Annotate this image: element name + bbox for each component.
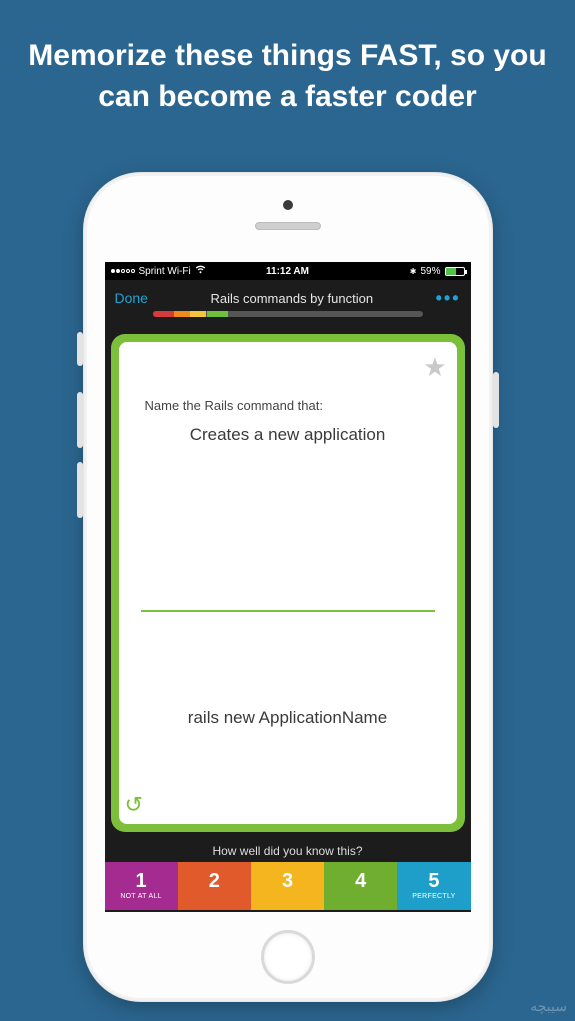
- rating-button-1[interactable]: 1 NOT AT ALL: [105, 862, 178, 910]
- card-back: rails new ApplicationName: [119, 612, 457, 824]
- flashcard[interactable]: ★ ↺ Name the Rails command that: Creates…: [119, 342, 457, 824]
- rating-button-5[interactable]: 5 PERFECTLY: [397, 862, 470, 910]
- card-answer: rails new ApplicationName: [188, 708, 387, 728]
- rating-num: 2: [209, 871, 220, 891]
- rating-num: 1: [136, 871, 147, 891]
- bluetooth-icon: ✱: [410, 267, 417, 276]
- progress-bar: [153, 311, 423, 317]
- star-icon[interactable]: ★: [423, 352, 446, 383]
- progress-seg-3: [190, 311, 206, 317]
- more-button[interactable]: •••: [436, 288, 461, 309]
- phone-speaker: [255, 222, 321, 230]
- clock: 11:12 AM: [229, 266, 347, 277]
- undo-icon[interactable]: ↺: [125, 792, 143, 818]
- phone-mute-switch: [77, 332, 83, 366]
- status-bar: Sprint Wi-Fi 11:12 AM ✱ 59%: [105, 262, 471, 280]
- rating-footer: How well did you know this? 1 NOT AT ALL…: [105, 838, 471, 912]
- wifi-icon: [195, 265, 206, 277]
- phone-volume-down: [77, 462, 83, 518]
- rating-button-3[interactable]: 3: [251, 862, 324, 910]
- nav-bar: Done Rails commands by function •••: [105, 280, 471, 328]
- rating-row: 1 NOT AT ALL 2 3 4: [105, 862, 471, 910]
- progress-seg-4: [207, 311, 229, 317]
- marketing-headline: Memorize these things FAST, so you can b…: [0, 0, 575, 117]
- phone-frame: Sprint Wi-Fi 11:12 AM ✱ 59% Done: [83, 172, 493, 1002]
- done-button[interactable]: Done: [115, 290, 148, 306]
- rating-button-4[interactable]: 4: [324, 862, 397, 910]
- card-question: Creates a new application: [145, 425, 431, 445]
- card-prompt: Name the Rails command that:: [145, 398, 431, 413]
- progress-seg-1: [153, 311, 175, 317]
- phone-power-button: [493, 372, 499, 428]
- watermark: سیبچه: [530, 996, 567, 1015]
- card-area: ★ ↺ Name the Rails command that: Creates…: [105, 328, 471, 838]
- signal-icon: [111, 269, 135, 273]
- deck-title: Rails commands by function: [148, 291, 436, 306]
- card-front: Name the Rails command that: Creates a n…: [119, 342, 457, 610]
- card-border: ★ ↺ Name the Rails command that: Creates…: [111, 334, 465, 832]
- phone-volume-up: [77, 392, 83, 448]
- rating-num: 3: [282, 871, 293, 891]
- battery-fill: [446, 268, 457, 275]
- screen: Sprint Wi-Fi 11:12 AM ✱ 59% Done: [105, 262, 471, 912]
- rating-prompt: How well did you know this?: [105, 838, 471, 862]
- progress-seg-2: [174, 311, 190, 317]
- rating-sub: NOT AT ALL: [120, 893, 162, 901]
- rating-button-2[interactable]: 2: [178, 862, 251, 910]
- rating-num: 4: [355, 871, 366, 891]
- battery-pct: 59%: [420, 266, 440, 277]
- watermark-text: سیبچه: [530, 998, 567, 1015]
- phone-home-button[interactable]: [261, 930, 315, 984]
- phone-camera: [283, 200, 293, 210]
- rating-sub: PERFECTLY: [412, 893, 455, 901]
- carrier-label: Sprint Wi-Fi: [139, 266, 191, 277]
- rating-num: 5: [428, 871, 439, 891]
- battery-icon: [445, 267, 465, 276]
